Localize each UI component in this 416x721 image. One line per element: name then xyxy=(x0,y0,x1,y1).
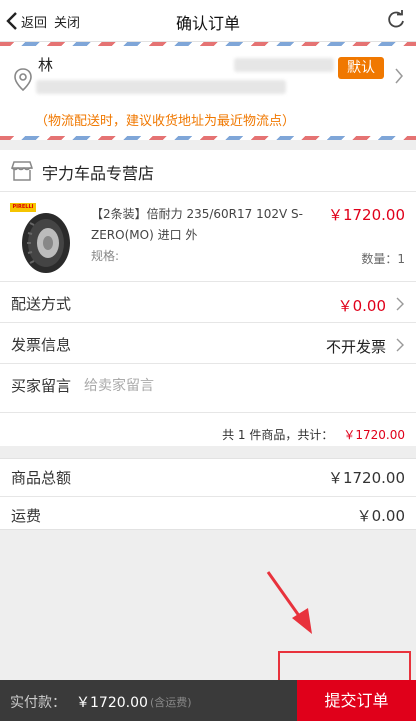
address-line-redacted xyxy=(36,80,286,94)
page-title: 确认订单 xyxy=(175,14,240,33)
chevron-right-icon xyxy=(395,68,403,84)
store-icon xyxy=(10,161,34,181)
product-title: 【2条装】倍耐力 235/60R17 102V S-ZERO(MO) 进口 外 xyxy=(91,207,303,242)
pay-label: 实付款： xyxy=(10,695,66,711)
checkout-bar: 实付款： ￥1720.00 (含运费) 提交订单 xyxy=(0,680,416,721)
airmail-border-top xyxy=(0,42,416,46)
recipient-phone-redacted xyxy=(234,58,334,72)
recipient-name: 林 xyxy=(38,56,54,74)
product-thumbnail: PIRELLI xyxy=(10,203,76,273)
invoice-label: 发票信息 xyxy=(11,336,72,354)
delivery-value: ￥0.00 xyxy=(337,297,386,315)
buyer-message-row: 买家留言 xyxy=(0,365,416,413)
shipping-fee-value: ￥0.00 xyxy=(356,507,405,525)
shipping-fee-label: 运费 xyxy=(11,507,42,525)
product-quantity: 数量：1 xyxy=(361,252,405,266)
store-header[interactable]: 宇力车品专营店 xyxy=(0,150,416,192)
shipping-fee-row: 运费 ￥0.00 xyxy=(0,497,416,535)
store-section: 宇力车品专营店 PIRELLI 【2条装】倍耐力 235/60R17 102V … xyxy=(0,150,416,446)
order-summary: 商品总额 ￥1720.00 运费 ￥0.00 xyxy=(0,458,416,530)
buyer-message-label: 买家留言 xyxy=(11,377,72,395)
default-badge: 默认 xyxy=(338,57,384,79)
address-note: （物流配送时，建议收货地址为最近物流点） xyxy=(35,114,296,129)
location-pin-icon xyxy=(14,68,32,92)
invoice-row[interactable]: 发票信息 不开发票 xyxy=(0,324,416,364)
annotation-arrow xyxy=(266,571,312,634)
store-name: 宇力车品专营店 xyxy=(42,164,155,183)
goods-total-label: 商品总额 xyxy=(11,469,72,487)
submit-order-button[interactable]: 提交订单 xyxy=(297,680,416,721)
store-total-amount: ￥1720.00 xyxy=(343,428,405,442)
goods-total-value: ￥1720.00 xyxy=(327,469,405,487)
pay-amount: ￥1720.00 xyxy=(76,695,148,711)
nav-bar: 返回 关闭 确认订单 xyxy=(0,0,416,42)
chevron-right-icon xyxy=(396,338,404,352)
chevron-right-icon xyxy=(396,297,404,311)
delivery-method-row[interactable]: 配送方式 ￥0.00 xyxy=(0,283,416,323)
shipping-address-card[interactable]: 林 默认 （物流配送时，建议收货地址为最近物流点） xyxy=(0,42,416,140)
buyer-message-input[interactable] xyxy=(84,373,384,399)
airmail-border-bottom xyxy=(0,136,416,140)
refresh-icon[interactable] xyxy=(386,10,406,30)
brand-logo: PIRELLI xyxy=(10,203,36,212)
product-price: ￥1720.00 xyxy=(327,206,405,224)
delivery-label: 配送方式 xyxy=(11,295,72,313)
invoice-value: 不开发票 xyxy=(325,338,386,356)
store-total-line: 共 1 件商品，共计： ￥1720.00 xyxy=(222,426,405,443)
pay-note: (含运费) xyxy=(150,696,192,709)
product-item[interactable]: PIRELLI 【2条装】倍耐力 235/60R17 102V S-ZERO(M… xyxy=(0,193,416,282)
store-total-text: 共 1 件商品，共计： xyxy=(222,428,334,442)
product-spec: 规格: xyxy=(91,249,120,263)
goods-total-row: 商品总额 ￥1720.00 xyxy=(0,459,416,497)
